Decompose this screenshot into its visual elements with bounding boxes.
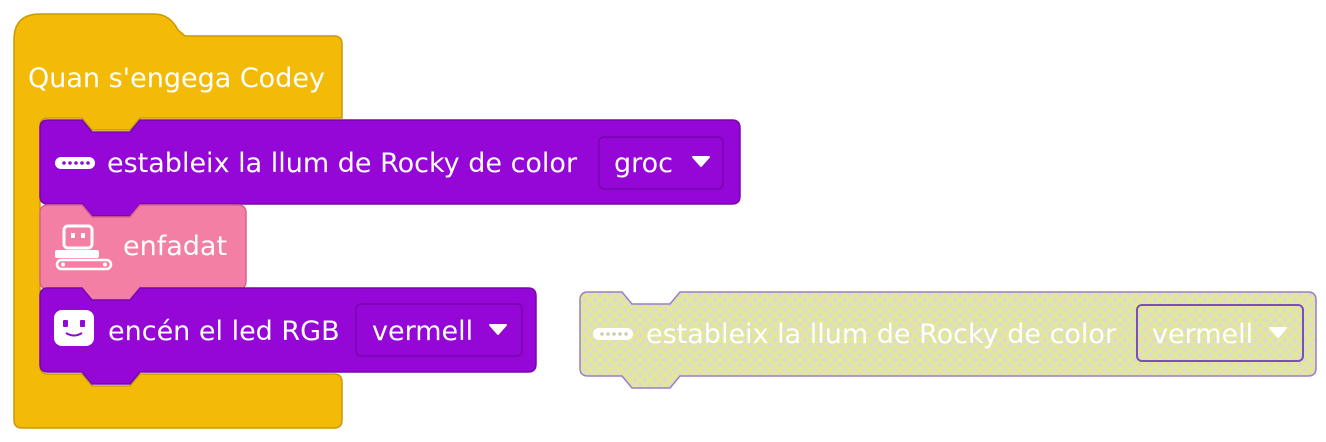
- hat-block-label: Quan s'engega Codey: [28, 63, 325, 94]
- block-emotion-angry[interactable]: enfadat: [39, 204, 247, 302]
- dropdown-value: vermell: [1152, 319, 1253, 350]
- block-label: estableix la llum de Rocky de color: [646, 319, 1117, 350]
- dropdown-value: vermell: [372, 316, 473, 347]
- block-label: encén el led RGB: [108, 316, 340, 347]
- rocky-light-icon: [593, 328, 633, 340]
- block-set-rocky-light-color[interactable]: estableix la llum de Rocky de color groc: [39, 119, 741, 217]
- codey-face-icon: [54, 310, 94, 346]
- color-dropdown[interactable]: vermell: [355, 303, 523, 357]
- rocky-light-icon: [55, 157, 95, 169]
- disabled-block-set-rocky-light-color[interactable]: estableix la llum de Rocky de color verm…: [579, 291, 1317, 389]
- dropdown-value: groc: [614, 148, 673, 179]
- block-label: estableix la llum de Rocky de color: [107, 148, 578, 179]
- color-dropdown[interactable]: groc: [598, 136, 724, 190]
- block-label: enfadat: [123, 231, 227, 262]
- block-turn-on-rgb-led[interactable]: encén el led RGB vermell: [39, 287, 537, 385]
